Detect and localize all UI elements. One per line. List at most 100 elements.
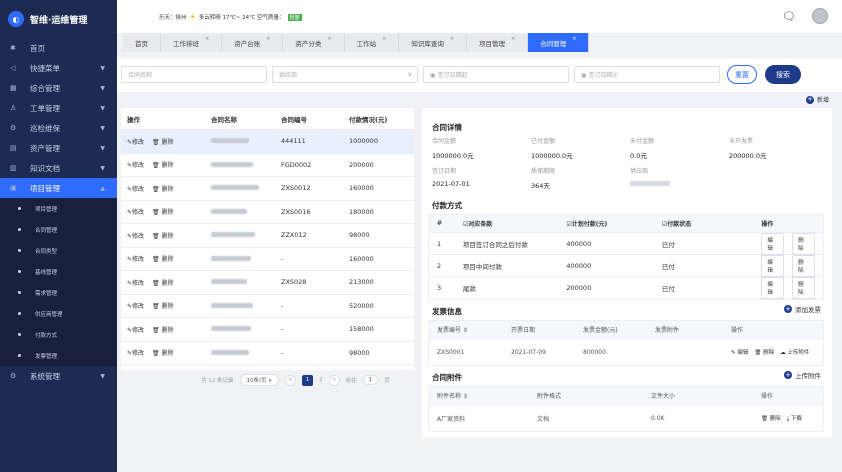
delete-button[interactable]: 🗑 删除 — [152, 278, 174, 287]
sidebar-item-6[interactable]: ▥ 知识文档 ▼ — [0, 158, 117, 178]
delete-button[interactable]: 🗑 删除 — [152, 184, 174, 193]
table-row[interactable]: ✎修改 🗑 删除 - 98000 — [121, 342, 414, 365]
detail-title: 合同详情 — [432, 123, 462, 132]
edit-button[interactable]: ✎修改 — [127, 254, 144, 263]
sidebar-item-4[interactable]: ⚙ 巡检维保 ▼ — [0, 118, 117, 138]
delete-button[interactable]: 删除 — [792, 254, 815, 277]
sidebar-item-3[interactable]: ♙ 工单管理 ▼ — [0, 98, 117, 118]
close-icon[interactable]: × — [327, 36, 331, 42]
edit-button[interactable]: 编辑 — [761, 277, 785, 299]
message-icon[interactable]: 🗨 — [782, 10, 796, 23]
close-icon[interactable]: × — [382, 36, 386, 42]
supplier-select[interactable]: 供应商 ∨ — [272, 66, 418, 83]
contract-name-input[interactable]: 合同名称 — [121, 66, 267, 83]
page-size-select[interactable]: 10条/页 ∨ — [239, 374, 280, 386]
table-row[interactable]: ✎修改 🗑 删除 ZXS0016 180000 — [121, 201, 414, 224]
table-row[interactable]: ✎修改 🗑 删除 444111 1000000 — [121, 130, 414, 154]
app-logo[interactable]: ◐ 智维·运维管理 — [0, 0, 117, 38]
sidebar-item-7[interactable]: ▣ 项目管理 ▲ — [0, 178, 117, 198]
menu-icon: ♙ — [10, 104, 17, 112]
edit-button[interactable]: ✎修改 — [127, 231, 144, 240]
edit-button[interactable]: ✎ 编辑 — [731, 348, 748, 356]
prev-page-button[interactable]: < — [285, 374, 297, 386]
edit-button[interactable]: ✎修改 — [127, 348, 144, 357]
close-icon[interactable]: × — [266, 36, 270, 42]
sidebar-item-system[interactable]: ⚙ 系统管理 ▼ — [0, 366, 117, 386]
contract-code-cell: - — [281, 325, 284, 334]
sidebar-subitem-2[interactable]: 合同类型 — [0, 240, 117, 261]
table-row[interactable]: ✎修改 🗑 删除 FGD0002 200000 — [121, 154, 414, 177]
table-row[interactable]: ✎修改 🗑 删除 - 158000 — [121, 318, 414, 342]
sidebar-item-1[interactable]: ◁ 快捷菜单 ▼ — [0, 58, 117, 78]
sign-date-value: 2021-07-01 — [432, 180, 470, 188]
edit-button[interactable]: ✎修改 — [127, 278, 144, 287]
delete-button[interactable]: 删除 — [792, 232, 815, 255]
page-1-button[interactable]: 1 — [302, 374, 314, 386]
contract-pay-cell: 98000 — [349, 231, 370, 240]
avatar[interactable] — [812, 8, 828, 24]
sidebar-subitem-6[interactable]: 付款方式 — [0, 324, 117, 345]
sidebar-subitem-3[interactable]: 基线管理 — [0, 261, 117, 282]
tab-3[interactable]: 资产分类 × — [283, 33, 345, 52]
delete-button[interactable]: 🗑 删除 — [152, 231, 174, 240]
search-button[interactable]: 搜索 — [765, 65, 801, 84]
reset-button[interactable]: 重置 — [727, 65, 757, 84]
table-row[interactable]: ✎修改 🗑 删除 - 520000 — [121, 295, 414, 318]
edit-button[interactable]: ✎修改 — [127, 325, 144, 334]
sign-date-start-input[interactable]: ▣ 签订日期起 — [423, 66, 569, 83]
tab-5[interactable]: 知识库查询 × — [399, 33, 468, 52]
tab-6[interactable]: 项目管理 × — [467, 33, 529, 52]
sidebar-subitem-7[interactable]: 发票管理 — [0, 345, 117, 366]
edit-button[interactable]: 编辑 — [761, 254, 785, 277]
delete-button[interactable]: 🗑 删除 — [152, 137, 174, 146]
col-header-op: 操作 — [761, 221, 774, 228]
sidebar-item-0[interactable]: ✱ 首页 — [0, 38, 117, 58]
delete-button[interactable]: 🗑 删除 — [152, 348, 174, 357]
edit-button[interactable]: ✎修改 — [127, 160, 144, 169]
edit-button[interactable]: 编辑 — [761, 232, 785, 255]
subitem-label: 供应商管理 — [35, 311, 63, 318]
edit-button[interactable]: ✎修改 — [127, 184, 144, 193]
edit-button[interactable]: ✎修改 — [127, 137, 144, 146]
sidebar-item-5[interactable]: ▤ 资产管理 ▼ — [0, 138, 117, 158]
delete-button[interactable]: 🗑 删除 — [152, 160, 174, 169]
sidebar-subitem-5[interactable]: 供应商管理 — [0, 303, 117, 324]
edit-button[interactable]: ✎修改 — [127, 301, 144, 310]
download-button[interactable]: ⤓ 下载 — [787, 414, 802, 423]
sidebar-subitem-4[interactable]: 需求管理 — [0, 282, 117, 303]
add-contract-button[interactable]: + 新增 — [806, 95, 829, 104]
goto-page-input[interactable]: 1 — [362, 375, 379, 385]
chevron-down-icon: ∨ — [407, 71, 412, 78]
table-row[interactable]: ✎修改 🗑 删除 ZXS028 213000 — [121, 271, 414, 295]
add-invoice-button[interactable]: + 添加发票 — [784, 304, 821, 314]
table-row[interactable]: ✎修改 🗑 删除 ZXS0012 160000 — [121, 177, 414, 201]
edit-button[interactable]: ✎修改 — [127, 207, 144, 216]
table-row[interactable]: ✎修改 🗑 删除 ZZX012 98000 — [121, 224, 414, 248]
tab-2[interactable]: 资产台账 × — [222, 33, 284, 52]
tab-0[interactable]: 首页 — [123, 33, 161, 52]
close-icon[interactable]: × — [205, 36, 209, 42]
sidebar-subitem-1[interactable]: 合同管理 — [0, 219, 117, 240]
sign-date-end-input[interactable]: ▣ 签订日期止 — [574, 66, 720, 83]
delete-button[interactable]: 🗑 删除 — [761, 414, 781, 423]
delete-button[interactable]: 🗑 删除 — [152, 325, 174, 334]
table-row[interactable]: ✎修改 🗑 删除 - 160000 — [121, 248, 414, 271]
tab-1[interactable]: 工作排班 × — [161, 33, 223, 52]
close-icon[interactable]: × — [511, 36, 515, 42]
upload-attachment-button[interactable]: + 上传附件 — [784, 370, 821, 380]
delete-button[interactable]: 🗑 删除 — [152, 254, 174, 263]
upload-attachment-button[interactable]: ☁ 上传附件 — [780, 348, 809, 356]
close-icon[interactable]: × — [450, 36, 454, 42]
sidebar-item-2[interactable]: ▦ 综合管理 ▼ — [0, 78, 117, 98]
tab-7[interactable]: 合同管理 × — [528, 33, 590, 52]
sidebar-subitem-0[interactable]: 项目管理 — [0, 198, 117, 219]
delete-button[interactable]: 🗑 删除 — [152, 301, 174, 310]
delete-button[interactable]: 🗑 删除 — [152, 207, 174, 216]
next-page-button[interactable]: > — [328, 374, 340, 386]
delete-button[interactable]: 删除 — [792, 277, 815, 299]
page-2-button[interactable]: 2 — [319, 377, 323, 383]
tab-4[interactable]: 工作站 × — [344, 33, 400, 52]
close-icon[interactable]: × — [572, 36, 576, 42]
delete-button[interactable]: 🗑 删除 — [754, 348, 774, 356]
menu-icon: ▣ — [10, 184, 17, 192]
